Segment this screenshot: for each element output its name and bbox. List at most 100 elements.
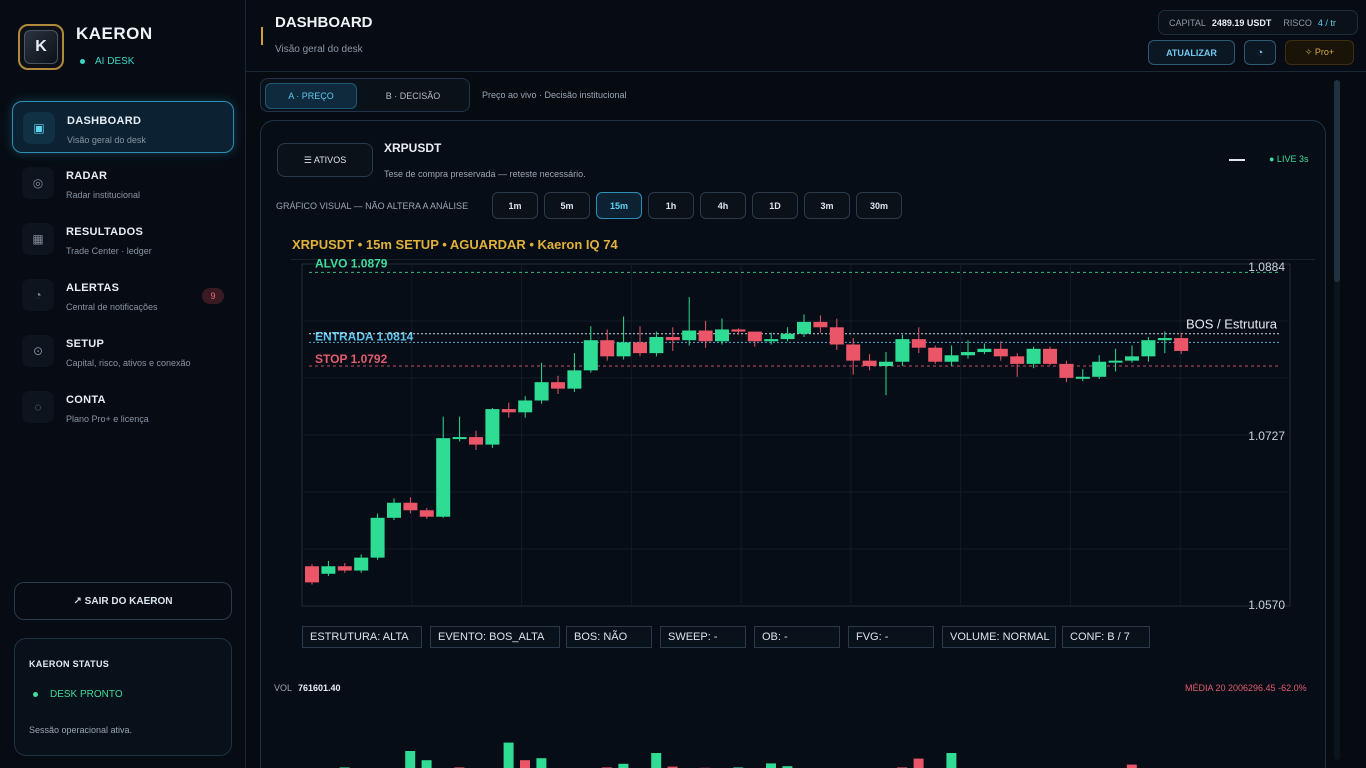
candle-body [731, 329, 746, 332]
candle-body [583, 340, 598, 371]
volume-value: 761601.40 [298, 683, 341, 693]
sidebar-item-dashboard[interactable]: ▣ DASHBOARD Visão geral do desk [12, 101, 234, 153]
chart-title: XRPUSDT • 15m SETUP • AGUARDAR • Kaeron … [292, 237, 618, 252]
radar-icon: ◎ [22, 167, 54, 199]
y-tick-label: 1.0727 [1248, 429, 1285, 443]
candle-body [469, 437, 483, 445]
candle-body [633, 342, 647, 354]
view-tabs: A · PREÇO B · DECISÃO [260, 78, 470, 112]
sidebar-item-resultados[interactable]: ▦ RESULTADOS Trade Center · ledger [12, 213, 234, 265]
chart-panel: ☰ ATIVOS XRPUSDT Tese de compra preserva… [260, 120, 1326, 768]
page-subtitle: Visão geral do desk [275, 44, 363, 55]
sidebar-item-conta[interactable]: ◌ CONTA Plano Pro+ e licença [12, 381, 234, 433]
brand-logo: K [18, 24, 64, 70]
candle-body [1059, 363, 1074, 378]
main-content: A · PREÇO B · DECISÃO Preço ao vivo · De… [246, 72, 1366, 768]
price-chart[interactable]: 1.08841.07271.0570ALVO 1.0879ENTRADA 1.0… [261, 255, 1327, 615]
status-title: KAERON STATUS [29, 659, 110, 669]
theme-toggle-icon[interactable]: ◔ [1244, 40, 1276, 65]
timeframe-1m[interactable]: 1m [492, 192, 538, 219]
candle-body [370, 517, 385, 558]
candle-body [518, 400, 533, 413]
sidebar-item-alertas[interactable]: ◔ ALERTAS Central de notificações 9 [12, 269, 234, 321]
level-label: ALVO 1.0879 [315, 256, 388, 270]
candle-body [321, 566, 336, 574]
candle-body [862, 360, 877, 367]
brand: K KAERON AI DESK [18, 24, 152, 70]
sidebar-item-subtitle: Radar institucional [66, 190, 141, 200]
candle-body [354, 557, 369, 571]
sidebar-item-label: CONTA [66, 394, 106, 406]
timeframe-30m[interactable]: 30m [856, 192, 902, 219]
y-tick-label: 1.0570 [1248, 598, 1285, 612]
candle-body [895, 339, 910, 362]
tab-decisao[interactable]: B · DECISÃO [361, 83, 465, 109]
timeframe-1D[interactable]: 1D [752, 192, 798, 219]
sidebar-item-label: RADAR [66, 170, 108, 182]
candle-body [1174, 338, 1189, 351]
candle-body [715, 329, 729, 342]
candle-body [1141, 340, 1156, 357]
analysis-tag: VOLUME: NORMAL [942, 626, 1056, 648]
candle-body [698, 330, 713, 342]
status-state-text: DESK PRONTO [50, 689, 123, 700]
timeframe-15m[interactable]: 15m [596, 192, 642, 219]
ready-dot-icon [33, 691, 38, 697]
candle-body [747, 331, 762, 342]
thesis-text: Tese de compra preservada — reteste nece… [384, 169, 586, 179]
volume-bar [536, 758, 547, 768]
logout-button[interactable]: ↗ SAIR DO KAERON [14, 582, 232, 620]
volume-bar [913, 758, 924, 768]
setup-icon: ⊙ [22, 335, 54, 367]
timeframe-3m[interactable]: 3m [804, 192, 850, 219]
sidebar-item-label: ALERTAS [66, 282, 120, 294]
brand-subtitle-text: AI DESK [95, 56, 135, 67]
timeframe-1h[interactable]: 1h [648, 192, 694, 219]
analysis-tag: BOS: NÃO [566, 626, 652, 648]
sidebar-nav: ▣ DASHBOARD Visão geral do desk ◎ RADAR Radar… [12, 101, 234, 437]
header: DASHBOARD Visão geral do desk CAPITAL 24… [246, 0, 1366, 72]
volume-label-text: VOL [274, 683, 293, 693]
sidebar-item-subtitle: Trade Center · ledger [66, 246, 152, 256]
plan-button[interactable]: ✧ Pro+ [1285, 40, 1354, 65]
sidebar-item-radar[interactable]: ◎ RADAR Radar institucional [12, 157, 234, 209]
volume-chart [339, 742, 1137, 768]
bos-annotation: BOS / Estrutura [1186, 317, 1278, 332]
candle-body [911, 339, 926, 348]
logo-k-icon: K [24, 30, 58, 64]
scrollbar-thumb[interactable] [1334, 80, 1340, 282]
status-state: DESK PRONTO [33, 689, 123, 700]
candle-body [797, 321, 811, 334]
analysis-tag: CONF: B / 7 [1062, 626, 1150, 648]
candle-body [1043, 348, 1057, 364]
candle-body [436, 438, 451, 517]
timeframe-4h[interactable]: 4h [700, 192, 746, 219]
candle-body [551, 382, 565, 389]
timeframe-label: GRÁFICO VISUAL — NÃO ALTERA A ANÁLISE [276, 201, 469, 211]
scrollbar[interactable] [1334, 80, 1340, 760]
conta-icon: ◌ [22, 391, 54, 423]
sidebar-item-label: RESULTADOS [66, 226, 144, 238]
candle-body [1157, 338, 1172, 341]
analysis-tag: FVG: - [848, 626, 934, 648]
candle-body [813, 321, 828, 328]
sidebar-item-setup[interactable]: ⊙ SETUP Capital, risco, ativos e conexão [12, 325, 234, 377]
candle-body [829, 327, 844, 345]
tab-preco[interactable]: A · PREÇO [265, 83, 357, 109]
volume-bar [520, 760, 530, 768]
app-root: K KAERON AI DESK ▣ DASHBOARD Visão geral d… [0, 0, 1366, 768]
assets-button[interactable]: ☰ ATIVOS [277, 143, 373, 177]
candle-body [387, 502, 401, 518]
collapse-dash-icon[interactable] [1229, 159, 1245, 161]
candle-body [1075, 376, 1090, 379]
candle-body [780, 333, 795, 340]
status-card: KAERON STATUS DESK PRONTO Sessão operaci… [14, 638, 232, 756]
resultados-icon: ▦ [22, 223, 54, 255]
dashboard-icon: ▣ [23, 112, 55, 144]
timeframe-5m[interactable]: 5m [544, 192, 590, 219]
candle-body [452, 437, 467, 440]
refresh-button[interactable]: ATUALIZAR [1148, 40, 1235, 65]
volume-bar [421, 760, 432, 768]
volume-bar [1126, 764, 1137, 768]
candle-body [879, 361, 893, 367]
